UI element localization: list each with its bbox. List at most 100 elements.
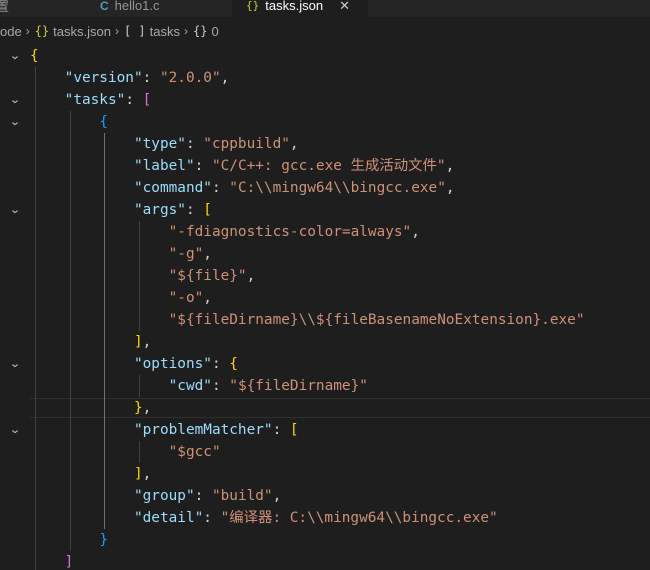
code-token: : [203, 510, 221, 526]
chevron-right-icon: › [114, 24, 119, 38]
code-line[interactable]: } [30, 529, 108, 551]
code-editor[interactable]: ⌄ ⌄ ⌄ ⌄ ⌄ ⌄ { "version": "2.0.0", "tasks… [0, 45, 650, 570]
json-file-icon: {} [34, 24, 50, 38]
close-icon[interactable]: ✕ [339, 0, 350, 14]
json-file-icon: {} [246, 0, 260, 12]
editor-tab-bar: 置 C hello1.c {} tasks.json ✕ [0, 0, 650, 17]
code-token: , [142, 400, 152, 416]
code-line[interactable]: ] [30, 551, 74, 570]
code-line[interactable]: "problemMatcher": [ [30, 419, 299, 441]
code-token: : [211, 180, 230, 196]
tab-tasks-json[interactable]: {} tasks.json ✕ [232, 0, 368, 17]
tab-settings[interactable]: 置 [0, 0, 9, 17]
code-token: ] [64, 554, 74, 570]
code-token: , [220, 70, 230, 86]
code-line[interactable]: "label": "C/C++: gcc.exe 生成活动文件", [30, 155, 454, 177]
code-token: : [211, 378, 230, 394]
code-token: { [99, 114, 108, 130]
code-line[interactable]: "${file}", [30, 265, 256, 287]
code-token: : [125, 92, 143, 108]
code-line[interactable]: "command": "C:\\mingw64\\bingcc.exe", [30, 177, 455, 199]
fold-chevron-icon[interactable]: ⌄ [9, 419, 22, 441]
code-token: "tasks" [64, 92, 126, 108]
code-token: "-o" [168, 290, 204, 306]
code-line[interactable]: "-o", [30, 287, 212, 309]
breadcrumb-item-folder[interactable]: ode [0, 24, 22, 39]
code-token: [ [203, 202, 212, 218]
code-token: : [185, 136, 204, 152]
code-line[interactable]: "${fileDirname}\\${fileBasenameNoExtensi… [30, 309, 585, 331]
code-line[interactable]: "options": { [30, 353, 238, 375]
code-line[interactable]: "$gcc" [30, 441, 221, 463]
fold-chevron-icon[interactable]: ⌄ [9, 45, 22, 67]
fold-chevron-icon[interactable]: ⌄ [9, 199, 22, 221]
code-line[interactable]: "version": "2.0.0", [30, 67, 230, 89]
code-token: "${fileDirname}\\${fileBasenameNoExtensi… [168, 312, 585, 328]
code-token: : [194, 158, 212, 174]
code-token: { [30, 48, 39, 64]
code-token: : [272, 422, 290, 438]
code-token: "detail" [133, 510, 204, 526]
breadcrumb-label: tasks.json [53, 23, 111, 39]
code-line[interactable]: "detail": "编译器: C:\\mingw64\\bingcc.exe" [30, 507, 498, 529]
code-line[interactable]: ], [30, 463, 151, 485]
fold-chevron-icon[interactable]: ⌄ [9, 111, 22, 133]
code-token: "command" [133, 180, 212, 196]
tab-label: hello1.c [114, 0, 160, 13]
code-line[interactable]: "tasks": [ [30, 89, 152, 111]
code-line[interactable]: { [30, 111, 108, 133]
code-token: ] [133, 466, 143, 482]
code-token: } [99, 532, 108, 548]
c-file-icon: C [100, 0, 109, 13]
code-line[interactable]: ], [30, 331, 151, 353]
code-line[interactable]: "cwd": "${fileDirname}" [30, 375, 368, 397]
code-token: } [133, 400, 143, 416]
code-token: "-g" [168, 246, 204, 262]
code-token: , [246, 268, 256, 284]
code-token: "args" [133, 202, 186, 218]
code-token: "C:\\mingw64\\bingcc.exe" [229, 180, 446, 196]
code-token: , [411, 224, 420, 240]
code-token: , [203, 246, 212, 262]
code-line[interactable]: "-g", [30, 243, 212, 265]
code-token: : [211, 356, 230, 372]
breadcrumb-item-0[interactable]: {} 0 [193, 24, 219, 39]
tab-hello1-c[interactable]: C hello1.c [100, 0, 159, 17]
code-token: : [185, 202, 204, 218]
code-token: "${fileDirname}" [229, 378, 368, 394]
code-line[interactable]: "group": "build", [30, 485, 281, 507]
code-token: "$gcc" [168, 444, 221, 460]
code-line[interactable]: }, [30, 397, 151, 419]
code-token: ] [133, 334, 143, 350]
code-lines: { "version": "2.0.0", "tasks": [ { "type… [30, 45, 650, 570]
breadcrumb-item-tasks-json[interactable]: {} tasks.json [35, 24, 111, 39]
code-line[interactable]: "args": [ [30, 199, 212, 221]
code-line[interactable]: "-fdiagnostics-color=always", [30, 221, 420, 243]
code-line[interactable]: "type": "cppbuild", [30, 133, 299, 155]
array-icon: [ ] [123, 24, 146, 38]
code-token: "cwd" [168, 378, 212, 394]
breadcrumb-item-tasks[interactable]: [ ] tasks [124, 24, 180, 39]
breadcrumb-label: tasks [149, 23, 180, 39]
code-token: "options" [133, 356, 212, 372]
code-token: , [445, 180, 455, 196]
code-line[interactable]: { [30, 45, 39, 67]
chevron-right-icon: › [184, 24, 188, 38]
fold-chevron-icon[interactable]: ⌄ [9, 89, 22, 111]
fold-chevron-icon[interactable]: ⌄ [9, 353, 22, 375]
